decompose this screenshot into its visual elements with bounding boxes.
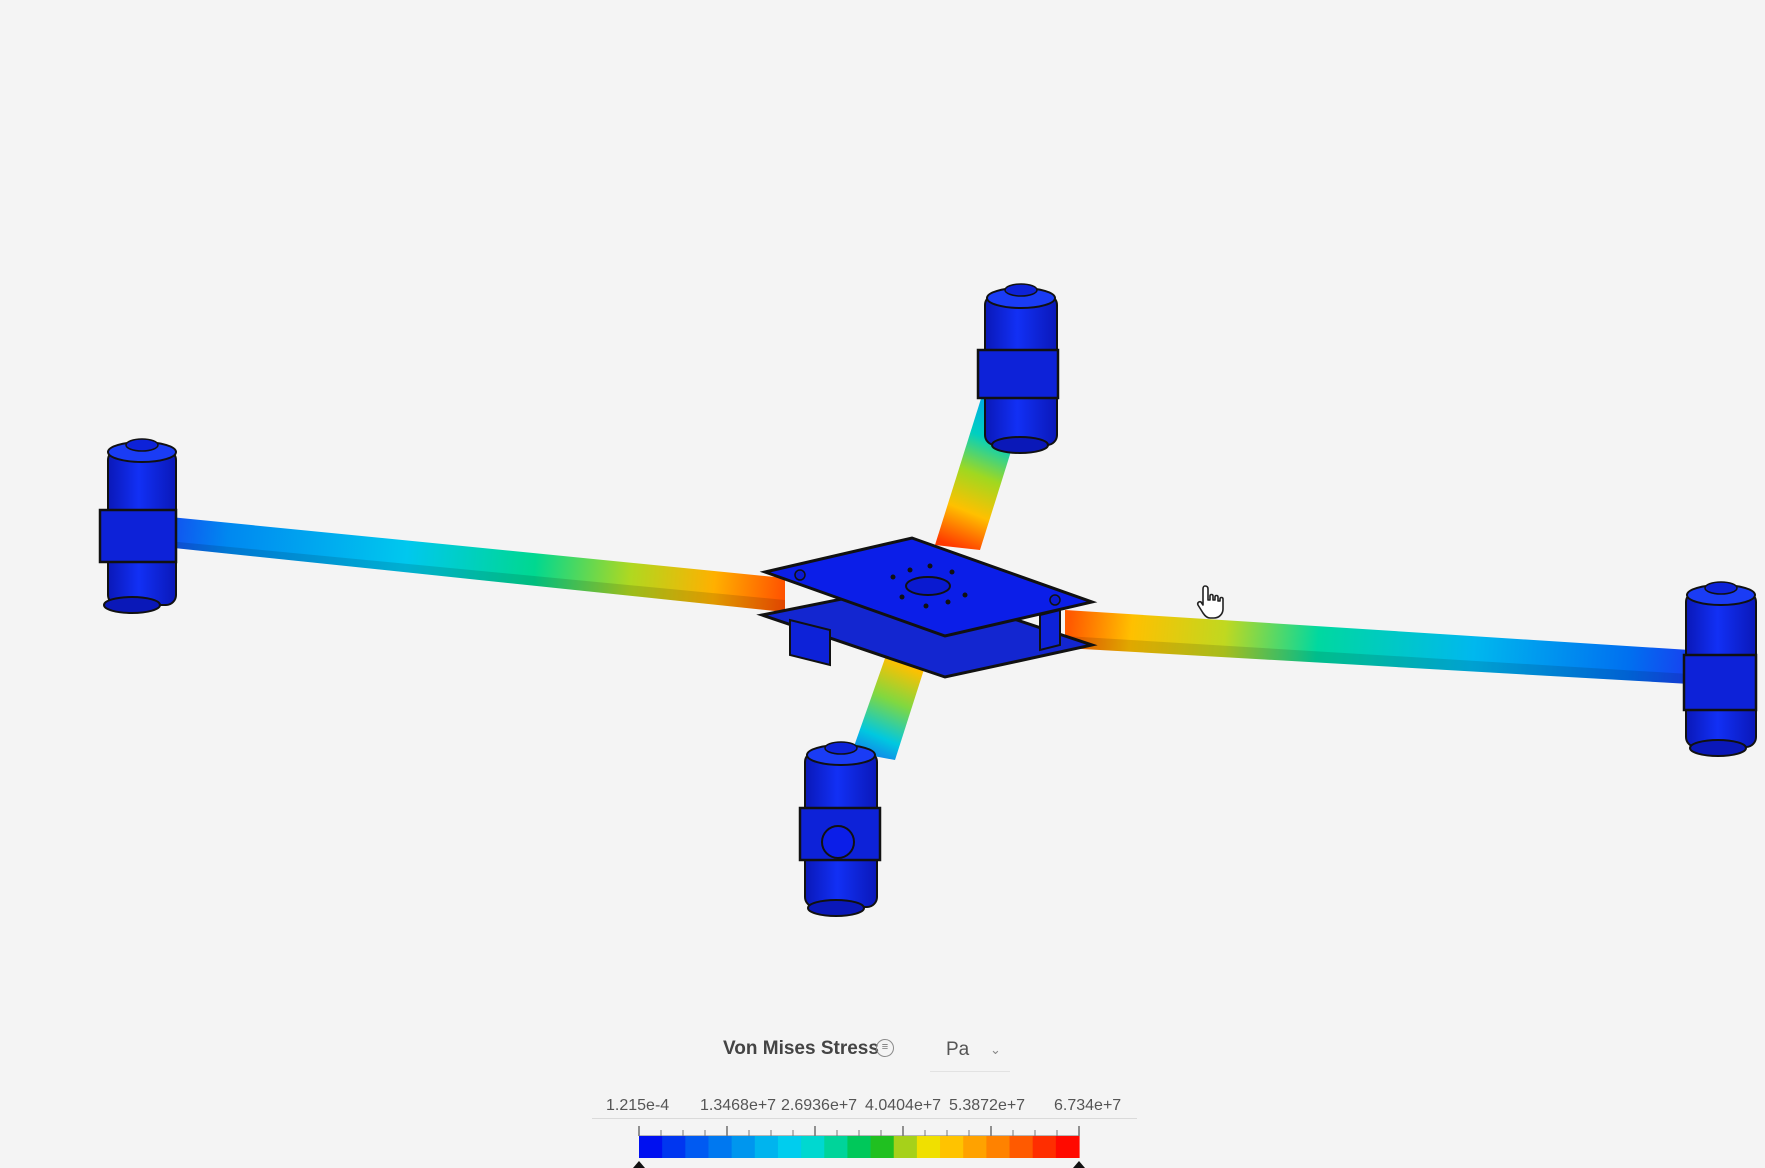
menu-lines-icon[interactable]: ≡ bbox=[876, 1039, 894, 1057]
color-scale-swatches bbox=[639, 1136, 1080, 1158]
color-swatch bbox=[708, 1136, 733, 1158]
color-swatch bbox=[963, 1136, 987, 1158]
color-swatch bbox=[685, 1136, 710, 1158]
result-legend-header: Von Mises Stress ≡ Pa ⌄ bbox=[720, 1030, 1050, 1072]
color-scale-bar bbox=[633, 1126, 1085, 1168]
color-swatch bbox=[801, 1136, 825, 1158]
color-swatch bbox=[777, 1136, 802, 1158]
color-swatch bbox=[986, 1136, 1011, 1158]
hand-pointer-icon bbox=[1196, 585, 1224, 619]
color-swatch bbox=[1032, 1136, 1057, 1158]
motor-bottom bbox=[798, 741, 882, 917]
motor-left bbox=[98, 438, 178, 614]
min-marker[interactable] bbox=[633, 1161, 645, 1168]
arm-left bbox=[155, 516, 785, 612]
drone-frame-model[interactable] bbox=[0, 0, 1765, 1168]
color-swatch bbox=[1009, 1136, 1034, 1158]
color-swatch bbox=[870, 1136, 895, 1158]
max-marker[interactable] bbox=[1073, 1161, 1085, 1168]
legend-tick-label: 2.6936e+7 bbox=[781, 1097, 858, 1114]
center-plate bbox=[756, 536, 1098, 679]
legend-tick-label: 6.734e+7 bbox=[1054, 1097, 1122, 1114]
legend-tick-label: 5.3872e+7 bbox=[949, 1097, 1026, 1114]
color-swatch bbox=[824, 1136, 849, 1158]
legend-tick-label: 1.3468e+7 bbox=[700, 1097, 777, 1114]
chevron-down-icon: ⌄ bbox=[990, 1042, 1001, 1057]
arm-right bbox=[1065, 610, 1690, 684]
color-swatch bbox=[940, 1136, 964, 1158]
motor-top bbox=[976, 283, 1060, 454]
color-swatch bbox=[639, 1136, 663, 1158]
color-scale-ticks bbox=[638, 1126, 1080, 1137]
color-swatch bbox=[847, 1136, 872, 1158]
3d-viewport[interactable] bbox=[0, 0, 1765, 1168]
legend-tick-label: 4.0404e+7 bbox=[865, 1097, 942, 1114]
color-swatch bbox=[1055, 1136, 1080, 1158]
legend-tick-label: 1.215e-4 bbox=[606, 1097, 670, 1114]
legend-title: Von Mises Stress bbox=[723, 1038, 879, 1059]
unit-dropdown[interactable]: Pa ⌄ bbox=[930, 1030, 1010, 1072]
color-swatch bbox=[893, 1136, 918, 1158]
color-swatch bbox=[916, 1136, 941, 1158]
color-swatch bbox=[662, 1136, 686, 1158]
color-swatch bbox=[731, 1136, 756, 1158]
unit-label: Pa bbox=[946, 1039, 970, 1060]
color-swatch bbox=[754, 1136, 779, 1158]
motor-right bbox=[1682, 581, 1758, 757]
